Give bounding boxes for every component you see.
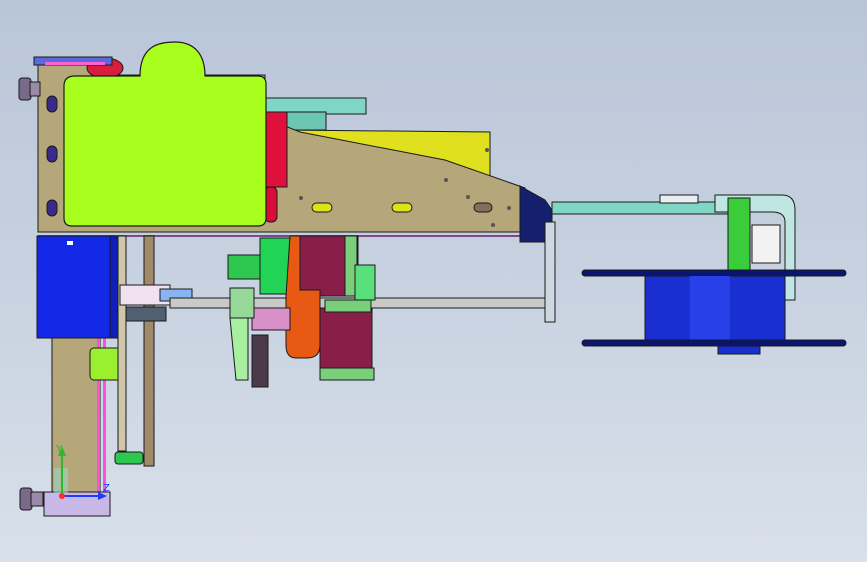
spool-hub	[717, 345, 761, 355]
left-slot-2	[46, 145, 58, 163]
cad-drawing: Y Z	[18, 41, 847, 517]
left-slot-1	[46, 95, 58, 113]
frame-slot-1	[311, 202, 333, 213]
spool-arm	[551, 201, 733, 215]
top-rail-inner	[45, 62, 105, 65]
green-clamp	[89, 347, 123, 381]
green-collar	[354, 264, 376, 301]
spool-flange-top	[581, 269, 847, 277]
left-knob-top	[18, 77, 41, 101]
left-knob-bottom	[19, 487, 44, 511]
dark-pulley	[251, 334, 269, 388]
red-motor-cap	[264, 186, 278, 223]
spool-shaft	[727, 197, 751, 275]
left-slot-3	[46, 199, 58, 217]
shaft-nut	[125, 306, 167, 322]
stepper-lower-flange	[319, 367, 375, 381]
light-green-wedge	[229, 317, 249, 381]
cad-viewport[interactable]: Y Z	[0, 0, 867, 562]
frame-slot-3	[473, 202, 493, 213]
vertical-post-1	[117, 235, 127, 452]
green-block-small	[227, 254, 264, 280]
stepper-lower-top	[324, 299, 372, 313]
pink-gear	[251, 307, 291, 331]
spool-clip	[751, 224, 781, 264]
triad-y-label: Y	[55, 444, 63, 455]
support-bracket	[544, 221, 556, 323]
frame-hole	[444, 178, 448, 182]
frame-hole	[491, 223, 495, 227]
frame-hole	[507, 206, 511, 210]
spool-arm-cap	[659, 194, 699, 204]
spool-flange-bottom	[581, 339, 847, 347]
triad-z-label: Z	[103, 483, 110, 494]
blue-motor	[36, 235, 114, 339]
frame-slot-2	[391, 202, 413, 213]
red-motor-body	[264, 111, 288, 188]
frame-hole	[466, 195, 470, 199]
small-clamp	[229, 287, 255, 319]
vertical-post-2	[143, 235, 155, 467]
frame-hole	[299, 196, 303, 200]
spool-drum-shade	[690, 276, 730, 342]
frame-hole	[485, 148, 489, 152]
triad-origin	[59, 493, 65, 499]
green-foot	[114, 451, 144, 465]
motor-label	[67, 241, 73, 245]
